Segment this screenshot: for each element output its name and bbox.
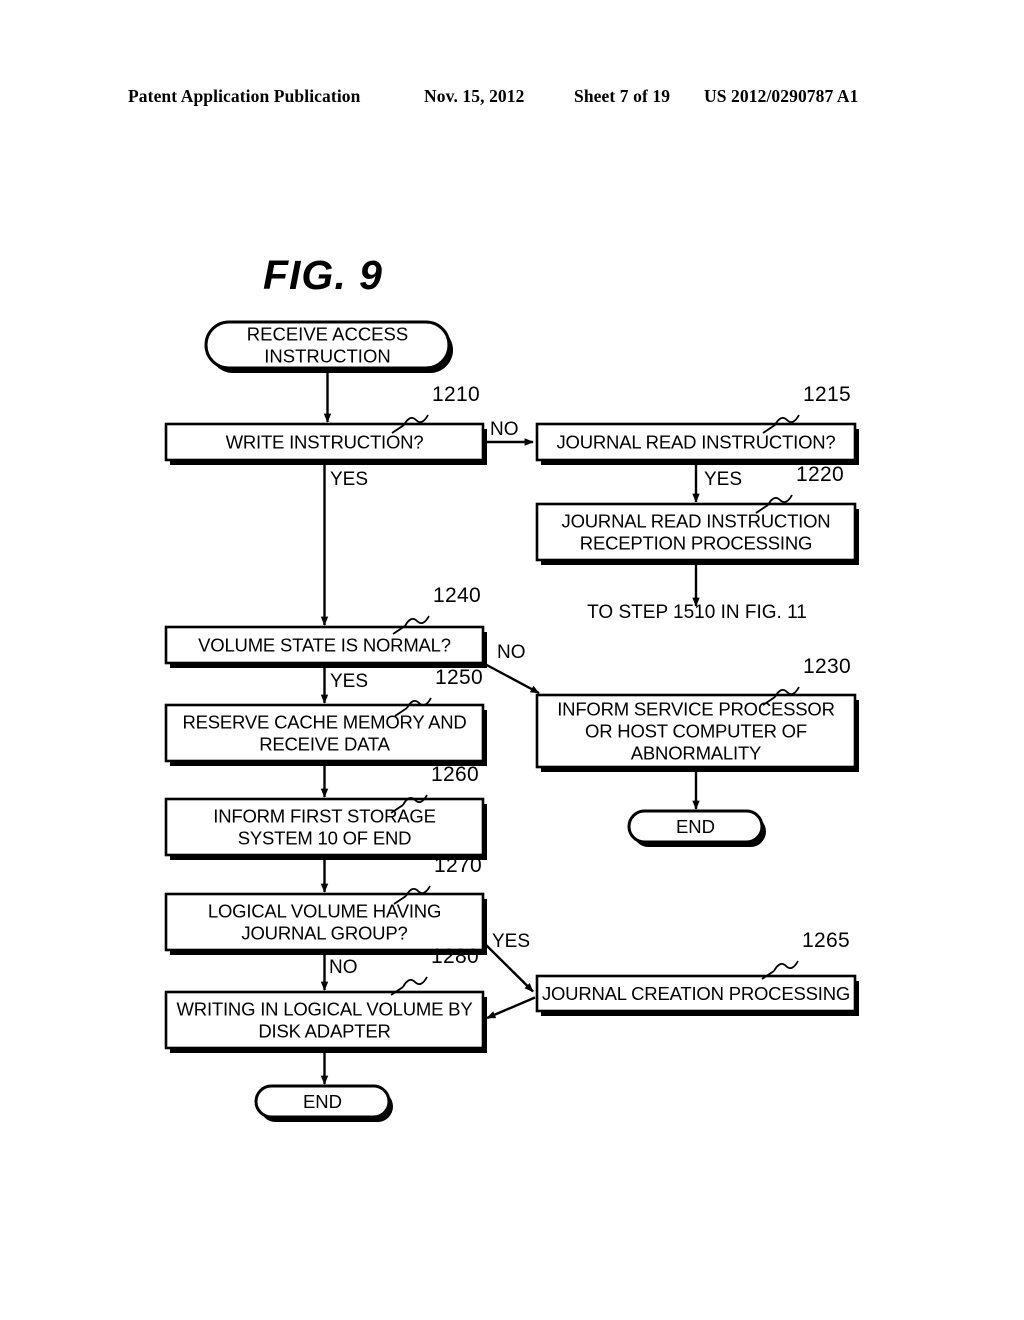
edge-label-yes-1270: YES bbox=[492, 931, 530, 952]
node-label: JOURNAL CREATION PROCESSING bbox=[542, 983, 850, 1004]
connector-1240-no-to-1230 bbox=[482, 661, 540, 695]
terminator-node: END bbox=[254, 1084, 393, 1122]
node-label: OR HOST COMPUTER OF bbox=[585, 721, 807, 742]
node-label: JOURNAL READ INSTRUCTION? bbox=[556, 432, 835, 453]
process-node: WRITING IN LOGICAL VOLUME BYDISK ADAPTER bbox=[164, 990, 487, 1053]
reference-numeral: 1280 bbox=[431, 945, 479, 968]
node-label: RECEIVE DATA bbox=[259, 734, 390, 755]
edge-label-no-1270: NO bbox=[329, 957, 358, 978]
lead-squiggle bbox=[402, 976, 428, 988]
process-node: INFORM SERVICE PROCESSOROR HOST COMPUTER… bbox=[535, 693, 859, 772]
process-node: JOURNAL READ INSTRUCTIONRECEPTION PROCES… bbox=[535, 502, 859, 565]
node-label: INFORM SERVICE PROCESSOR bbox=[557, 699, 835, 720]
reference-numeral: 1220 bbox=[796, 463, 844, 486]
patent-figure-page: Patent Application Publication Nov. 15, … bbox=[0, 0, 1024, 1320]
terminator-node: RECEIVE ACCESSINSTRUCTION bbox=[204, 320, 453, 373]
process-node: JOURNAL CREATION PROCESSING bbox=[535, 974, 859, 1016]
node-label: JOURNAL READ INSTRUCTION bbox=[562, 511, 831, 532]
edge-label-yes-1210: YES bbox=[330, 469, 368, 490]
reference-numeral: 1270 bbox=[434, 854, 482, 877]
node-label: INFORM FIRST STORAGE bbox=[213, 806, 435, 827]
node-label: VOLUME STATE IS NORMAL? bbox=[198, 635, 451, 656]
connector-1265-to-1280 bbox=[486, 996, 536, 1020]
process-node: JOURNAL READ INSTRUCTION? bbox=[535, 422, 859, 465]
node-label: WRITE INSTRUCTION? bbox=[226, 432, 424, 453]
process-node: RESERVE CACHE MEMORY ANDRECEIVE DATA bbox=[164, 703, 487, 766]
reference-numeral: 1215 bbox=[803, 383, 851, 406]
edge-label-yes-1240: YES bbox=[330, 671, 368, 692]
lead-squiggle bbox=[773, 960, 799, 972]
node-label: ABNORMALITY bbox=[631, 743, 761, 764]
node-label: LOGICAL VOLUME HAVING bbox=[208, 901, 441, 922]
node-label: RESERVE CACHE MEMORY AND bbox=[182, 712, 466, 733]
reference-numeral: 1265 bbox=[802, 929, 850, 952]
node-label: JOURNAL GROUP? bbox=[241, 923, 407, 944]
process-node: WRITE INSTRUCTION? bbox=[164, 422, 487, 465]
node-label: END bbox=[676, 816, 715, 837]
edge-label-no-1210: NO bbox=[490, 419, 519, 440]
edge-label-yes-1215: YES bbox=[704, 469, 742, 490]
node-label: WRITING IN LOGICAL VOLUME BY bbox=[177, 999, 473, 1020]
node-label: DISK ADAPTER bbox=[258, 1021, 390, 1042]
node-label: INSTRUCTION bbox=[264, 346, 390, 367]
edge-label-no-1240: NO bbox=[497, 642, 526, 663]
note-goto-fig11: TO STEP 1510 IN FIG. 11 bbox=[587, 602, 807, 623]
reference-numeral: 1240 bbox=[433, 584, 481, 607]
reference-numeral: 1230 bbox=[803, 655, 851, 678]
node-label: RECEIVE ACCESS bbox=[247, 324, 408, 345]
reference-numeral: 1210 bbox=[432, 383, 480, 406]
node-label: END bbox=[303, 1091, 342, 1112]
lead-squiggle bbox=[404, 615, 430, 627]
process-node: VOLUME STATE IS NORMAL? bbox=[164, 625, 487, 668]
reference-numeral: 1250 bbox=[435, 666, 483, 689]
terminator-node: END bbox=[627, 809, 766, 847]
reference-numeral: 1260 bbox=[431, 763, 479, 786]
process-node: INFORM FIRST STORAGESYSTEM 10 OF END bbox=[164, 797, 487, 860]
node-label: SYSTEM 10 OF END bbox=[238, 828, 412, 849]
flowchart-diagram: RECEIVE ACCESSINSTRUCTION WRITE INSTRUCTI… bbox=[164, 320, 859, 1122]
node-label: RECEPTION PROCESSING bbox=[580, 533, 812, 554]
